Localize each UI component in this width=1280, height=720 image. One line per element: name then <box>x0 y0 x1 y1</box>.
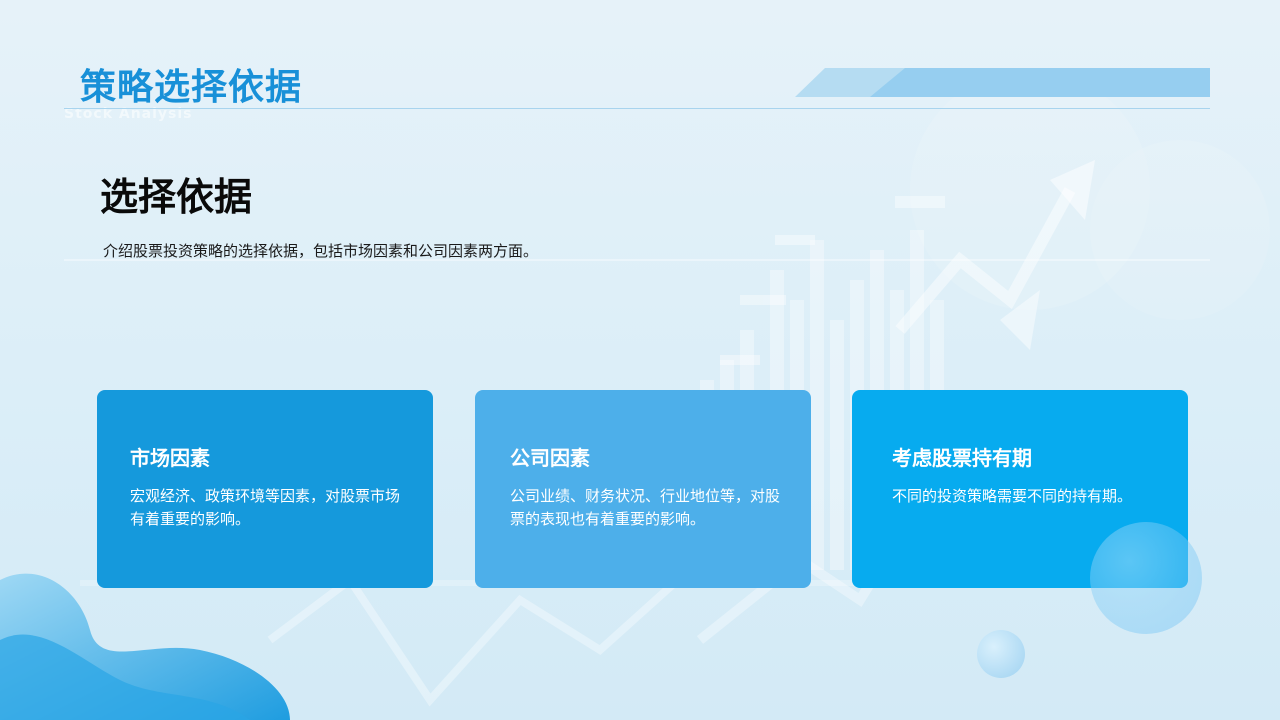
card-text: 不同的投资策略需要不同的持有期。 <box>892 487 1133 505</box>
title-decoration-band <box>795 68 1210 97</box>
card-text: 公司业绩、财务状况、行业地位等，对股票的表现也有着重要的影响。 <box>510 487 781 528</box>
card-market-factors: 市场因素 宏观经济、政策环境等因素，对股票市场有着重要的影响。 <box>97 390 433 588</box>
title-divider <box>64 108 1210 109</box>
decorative-bubble-small <box>977 630 1025 678</box>
slide-title: 策略选择依据 <box>80 67 303 108</box>
bottom-left-wave-decoration <box>0 573 290 720</box>
decorative-bubble-large <box>1090 522 1202 634</box>
card-company-factors: 公司因素 公司业绩、财务状况、行业地位等，对股票的表现也有着重要的影响。 <box>475 390 811 588</box>
card-title: 考虑股票持有期 <box>892 446 1032 470</box>
section-intro: 介绍股票投资策略的选择依据，包括市场因素和公司因素两方面。 <box>103 242 539 260</box>
card-text: 宏观经济、政策环境等因素，对股票市场有着重要的影响。 <box>130 487 401 528</box>
card-title: 市场因素 <box>130 446 210 470</box>
card-title: 公司因素 <box>510 446 590 470</box>
section-heading: 选择依据 <box>100 175 253 219</box>
